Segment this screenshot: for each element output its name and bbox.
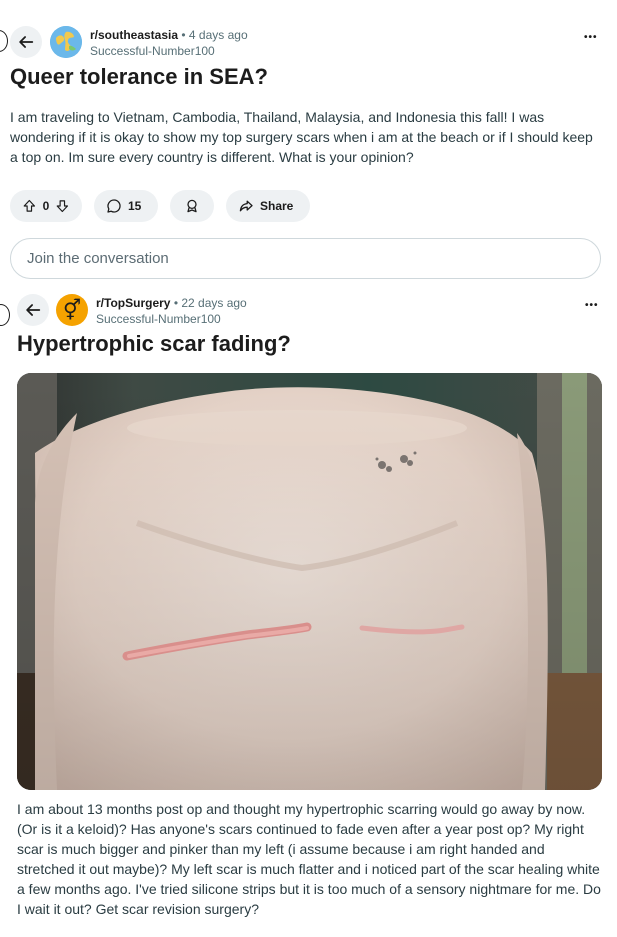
subreddit-avatar[interactable] (50, 26, 82, 58)
subreddit-avatar[interactable]: ⚥ (56, 294, 88, 326)
more-options-button[interactable]: ••• (584, 32, 598, 43)
back-button[interactable] (17, 294, 49, 326)
globe-icon (50, 26, 82, 58)
more-options-button[interactable]: ••• (585, 300, 599, 311)
back-button[interactable] (10, 26, 42, 58)
subreddit-name[interactable]: r/TopSurgery (96, 296, 170, 310)
post-image[interactable] (17, 373, 602, 790)
comment-icon (107, 199, 121, 213)
back-arrow-icon (26, 304, 41, 316)
award-button[interactable] (170, 190, 214, 222)
share-label: Share (260, 199, 294, 213)
chest-photo (17, 373, 602, 790)
downvote-icon[interactable] (55, 198, 70, 214)
post-title: Queer tolerance in SEA? (10, 64, 268, 89)
comment-count: 15 (128, 199, 142, 213)
username[interactable]: Successful-Number100 (90, 43, 248, 59)
join-conversation-input[interactable]: Join the conversation (10, 238, 601, 279)
share-icon (239, 200, 253, 212)
award-icon (187, 199, 197, 213)
post-title: Hypertrophic scar fading? (17, 331, 291, 356)
share-button[interactable]: Share (226, 190, 310, 222)
partial-circle-icon (0, 30, 8, 52)
comments-button[interactable]: 15 (94, 190, 158, 222)
join-placeholder: Join the conversation (27, 250, 169, 267)
upvote-icon[interactable] (22, 198, 37, 214)
vote-count: 0 (42, 199, 50, 213)
post-age: • 22 days ago (173, 296, 247, 310)
post-body: I am traveling to Vietnam, Cambodia, Tha… (10, 109, 593, 165)
username[interactable]: Successful-Number100 (96, 311, 247, 327)
subreddit-name[interactable]: r/southeastasia (90, 28, 178, 42)
post-age: • 4 days ago (181, 28, 248, 42)
post-southeastasia: r/southeastasia • 4 days ago Successful-… (0, 0, 617, 290)
vote-bar: 0 (10, 190, 82, 222)
post-meta: r/TopSurgery • 22 days ago Successful-Nu… (96, 295, 247, 327)
gender-symbol-icon: ⚥ (62, 298, 82, 322)
partial-circle-icon (0, 304, 10, 326)
post-body: I am about 13 months post op and thought… (17, 801, 601, 917)
post-topsurgery: ⚥ r/TopSurgery • 22 days ago Successful-… (0, 290, 617, 937)
back-arrow-icon (19, 36, 34, 48)
post-meta: r/southeastasia • 4 days ago Successful-… (90, 27, 248, 59)
